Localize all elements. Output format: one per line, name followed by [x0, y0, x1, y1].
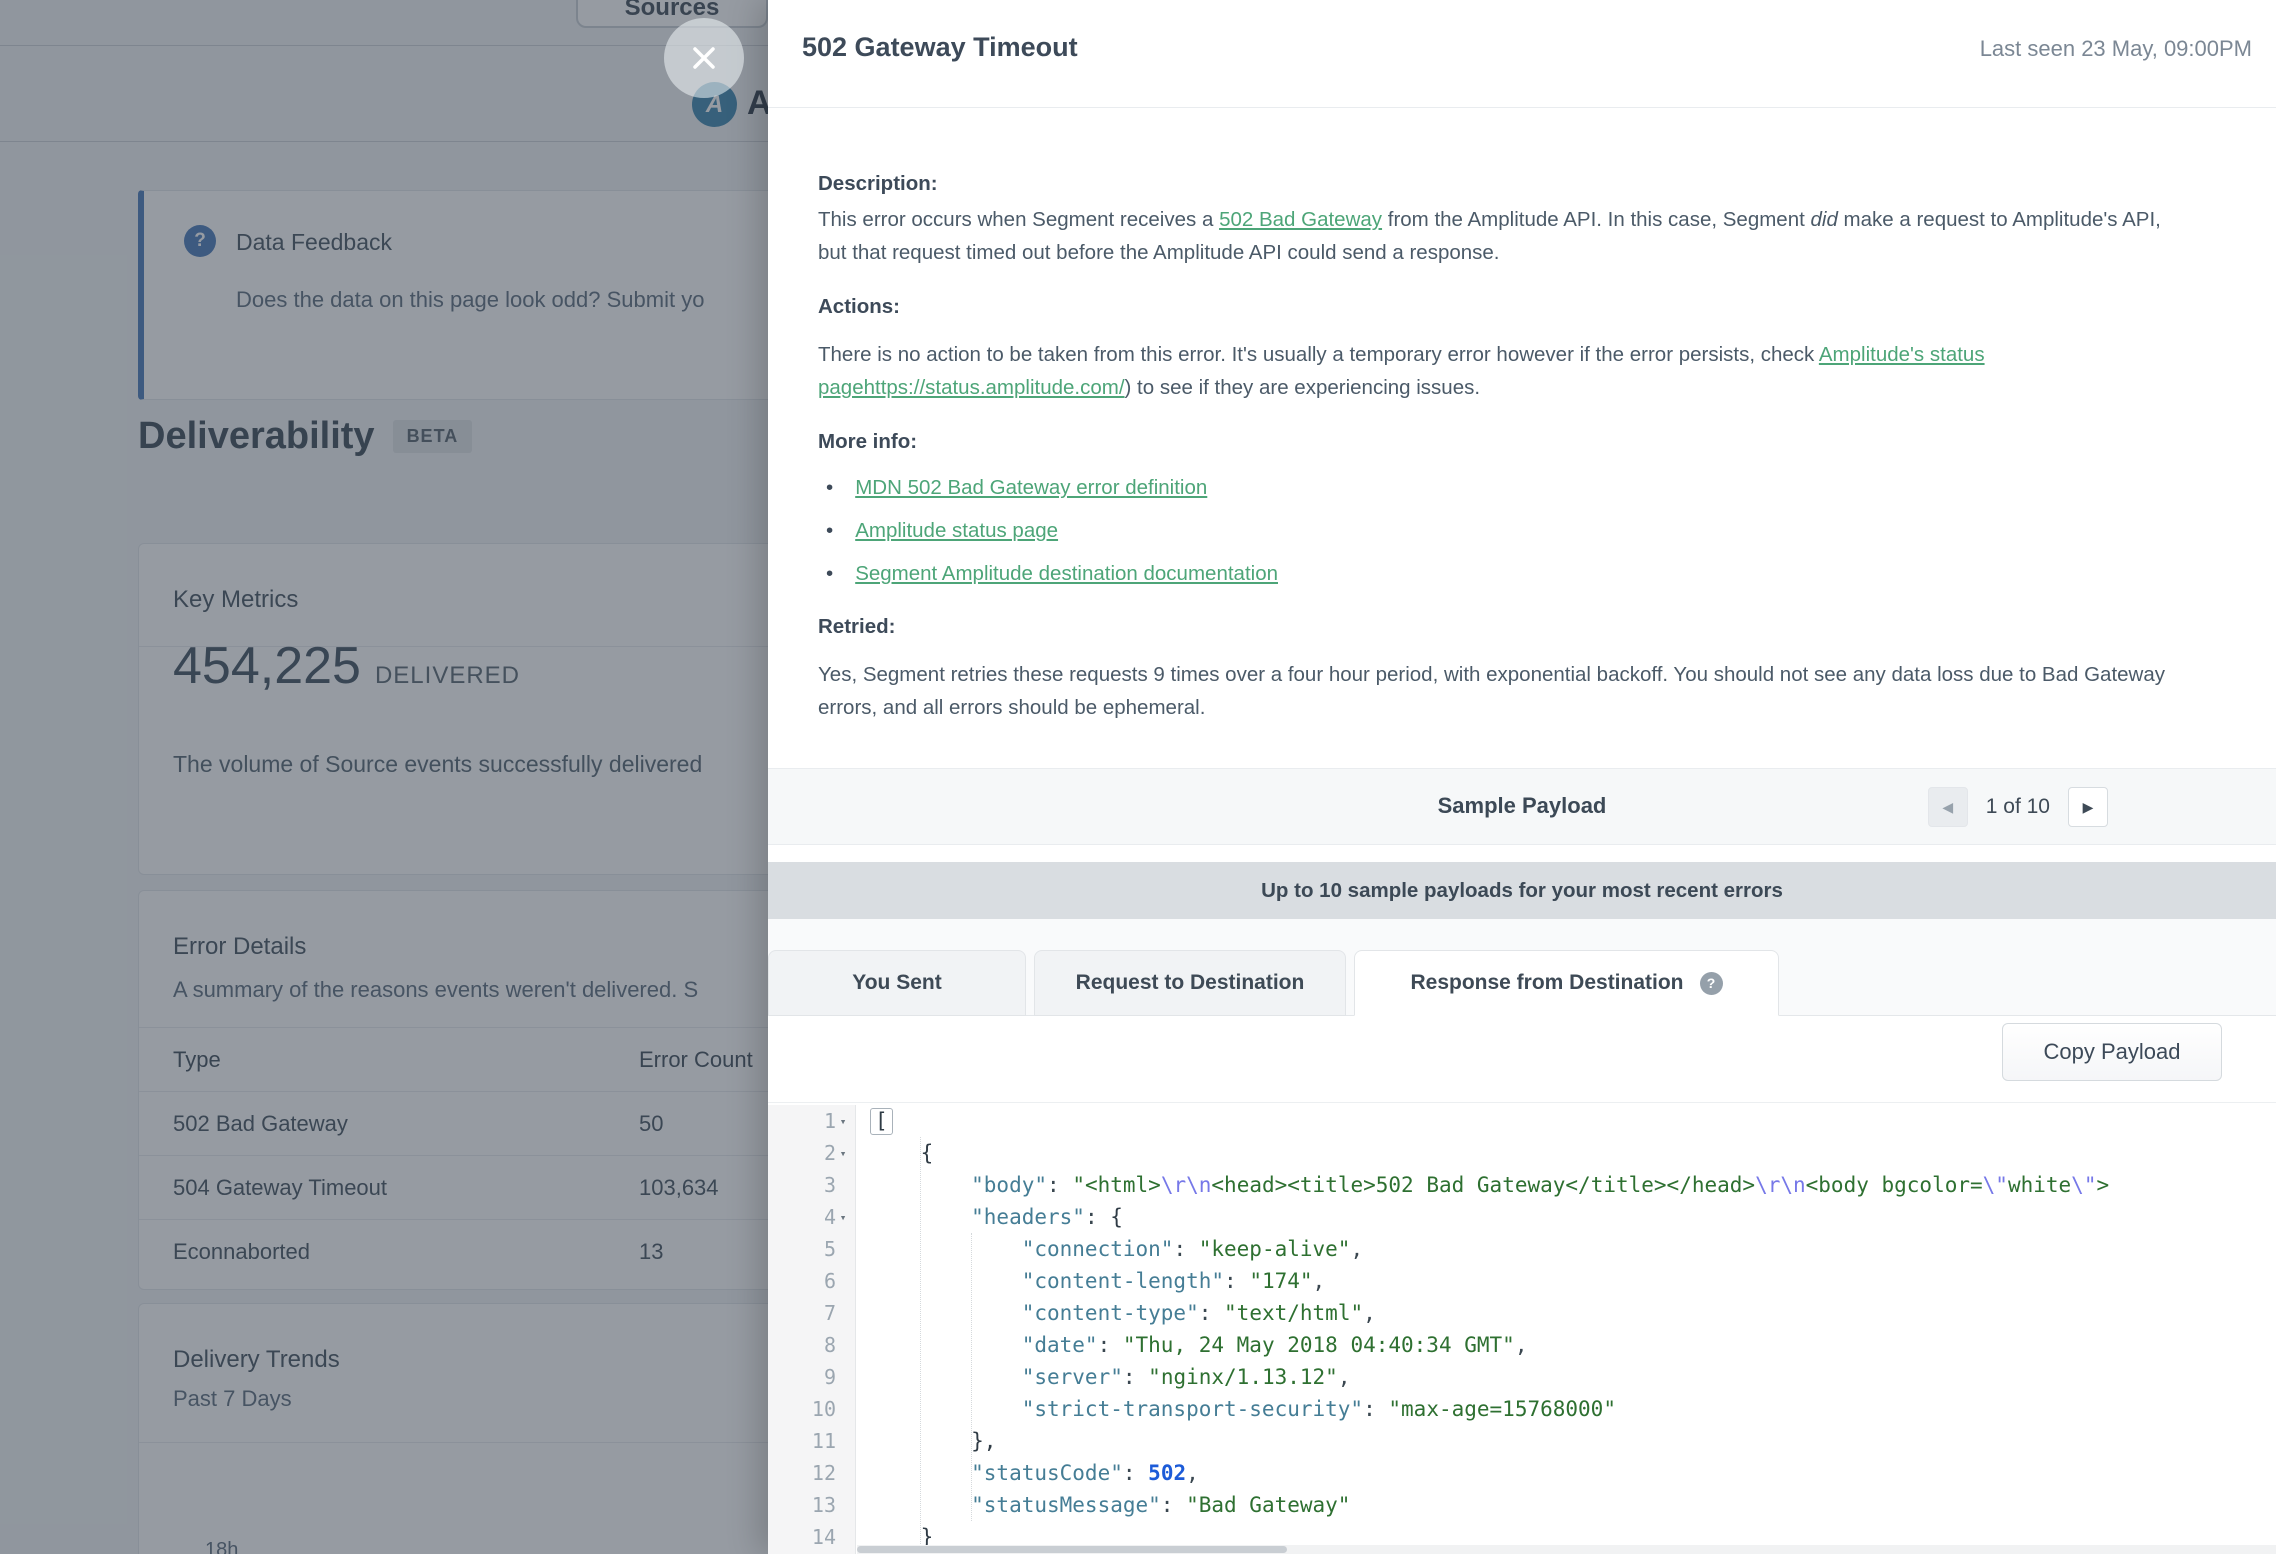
last-seen-timestamp: Last seen 23 May, 09:00PM [1980, 36, 2252, 62]
chevron-left-icon: ◀ [1942, 799, 1953, 816]
code-line: "server": "nginx/1.13.12", [856, 1361, 1350, 1393]
sample-payload-banner: Up to 10 sample payloads for your most r… [768, 862, 2276, 919]
horizontal-scrollbar [857, 1545, 2276, 1554]
code-line: "date": "Thu, 24 May 2018 04:40:34 GMT", [856, 1329, 1527, 1361]
line-number: 8▾ [768, 1329, 856, 1361]
code-row: 10▾ "strict-transport-security": "max-ag… [768, 1393, 2276, 1425]
tab-response-from-destination[interactable]: Response from Destination? [1354, 950, 1779, 1016]
error-detail-panel: 502 Gateway Timeout Last seen 23 May, 09… [768, 0, 2276, 1554]
panel-header: 502 Gateway Timeout Last seen 23 May, 09… [768, 0, 2276, 108]
close-button[interactable] [664, 18, 744, 98]
tab-label: Response from Destination [1410, 971, 1683, 995]
code-line: "connection": "keep-alive", [856, 1233, 1363, 1265]
code-lines: 1▾ [2▾ {3▾ "body": "<html>\r\n<head><titl… [768, 1105, 2276, 1553]
more-info-list: MDN 502 Bad Gateway error definition Ampl… [826, 466, 2216, 595]
code-row: 6▾ "content-length": "174", [768, 1265, 2276, 1297]
description-paragraph: This error occurs when Segment receives … [818, 203, 2193, 269]
more-info-item: MDN 502 Bad Gateway error definition [826, 466, 2216, 509]
modal-dim-overlay [0, 0, 768, 1554]
help-icon[interactable]: ? [1700, 972, 1723, 995]
panel-title: 502 Gateway Timeout [802, 32, 1078, 63]
code-line: "headers": { [856, 1201, 1123, 1233]
payload-page-indicator: 1 of 10 [1986, 795, 2050, 819]
previous-payload-button[interactable]: ◀ [1928, 787, 1968, 827]
tab-you-sent[interactable]: You Sent [768, 950, 1026, 1016]
scrollbar-thumb[interactable] [857, 1546, 1287, 1553]
line-number: 3▾ [768, 1169, 856, 1201]
code-row: 7▾ "content-type": "text/html", [768, 1297, 2276, 1329]
code-row: 2▾ { [768, 1137, 2276, 1169]
bad-gateway-link[interactable]: 502 Bad Gateway [1219, 208, 1382, 231]
more-info-link[interactable]: Segment Amplitude destination documentat… [855, 562, 1278, 585]
code-row: 13▾ "statusMessage": "Bad Gateway" [768, 1489, 2276, 1521]
code-line: "statusMessage": "Bad Gateway" [856, 1489, 1350, 1521]
tab-request-to-destination[interactable]: Request to Destination [1034, 950, 1346, 1016]
chevron-right-icon: ▶ [2083, 799, 2094, 816]
code-row: 9▾ "server": "nginx/1.13.12", [768, 1361, 2276, 1393]
payload-tabs: You Sent Request to Destination Response f… [768, 950, 1787, 1016]
copy-payload-button[interactable]: Copy Payload [2002, 1023, 2222, 1081]
code-line: "content-type": "text/html", [856, 1297, 1376, 1329]
actions-heading: Actions: [818, 295, 2216, 319]
fold-caret-icon[interactable]: ▾ [836, 1211, 850, 1224]
code-line: [ [856, 1105, 893, 1137]
payload-tabs-zone: You Sent Request to Destination Response f… [768, 919, 2276, 1016]
code-row: 5▾ "connection": "keep-alive", [768, 1233, 2276, 1265]
code-row: 3▾ "body": "<html>\r\n<head><title>502 B… [768, 1169, 2276, 1201]
code-row: 8▾ "date": "Thu, 24 May 2018 04:40:34 GM… [768, 1329, 2276, 1361]
more-info-link[interactable]: MDN 502 Bad Gateway error definition [855, 476, 1207, 499]
bracket-highlight: [ [870, 1108, 893, 1135]
code-row: 12▾ "statusCode": 502, [768, 1457, 2276, 1489]
line-number: 6▾ [768, 1265, 856, 1297]
code-line: "content-length": "174", [856, 1265, 1325, 1297]
code-line: "strict-transport-security": "max-age=15… [856, 1393, 1616, 1425]
error-description-section: Description: This error occurs when Segm… [768, 108, 2276, 768]
more-info-link[interactable]: Amplitude status page [855, 519, 1058, 542]
emphasis-did: did [1811, 208, 1838, 231]
code-row: 4▾ "headers": { [768, 1201, 2276, 1233]
code-line: }, [856, 1425, 996, 1457]
fold-caret-icon[interactable]: ▾ [836, 1147, 850, 1160]
actions-paragraph: There is no action to be taken from this… [818, 338, 2193, 404]
retried-paragraph: Yes, Segment retries these requests 9 ti… [818, 658, 2193, 724]
close-icon [687, 41, 721, 75]
payload-content: Copy Payload 1▾ [2▾ {3▾ "body": "<html>\r… [768, 1016, 2276, 1554]
tab-label: Request to Destination [1076, 971, 1305, 995]
line-number: 7▾ [768, 1297, 856, 1329]
code-row: 11▾ }, [768, 1425, 2276, 1457]
retried-heading: Retried: [818, 615, 2216, 639]
more-info-item: Segment Amplitude destination documentat… [826, 552, 2216, 595]
more-info-item: Amplitude status page [826, 509, 2216, 552]
next-payload-button[interactable]: ▶ [2068, 787, 2108, 827]
code-line: { [856, 1137, 933, 1169]
line-number: 2▾ [768, 1137, 856, 1169]
line-number: 5▾ [768, 1233, 856, 1265]
code-line: "body": "<html>\r\n<head><title>502 Bad … [856, 1169, 2109, 1201]
line-number: 10▾ [768, 1393, 856, 1425]
line-number: 1▾ [768, 1105, 856, 1137]
line-number: 12▾ [768, 1457, 856, 1489]
more-info-heading: More info: [818, 430, 2216, 454]
description-heading: Description: [818, 172, 2216, 196]
line-number: 14▾ [768, 1521, 856, 1553]
tab-label: You Sent [852, 971, 941, 995]
payload-pager: ◀ 1 of 10 ▶ [1928, 787, 2108, 827]
line-number: 4▾ [768, 1201, 856, 1233]
code-row: 1▾ [ [768, 1105, 2276, 1137]
fold-caret-icon[interactable]: ▾ [836, 1115, 850, 1128]
payload-code-viewer: 1▾ [2▾ {3▾ "body": "<html>\r\n<head><titl… [768, 1105, 2276, 1554]
sample-payload-bar: Sample Payload ◀ 1 of 10 ▶ [768, 768, 2276, 845]
line-number: 13▾ [768, 1489, 856, 1521]
line-number: 11▾ [768, 1425, 856, 1457]
line-number: 9▾ [768, 1361, 856, 1393]
code-line: "statusCode": 502, [856, 1457, 1199, 1489]
